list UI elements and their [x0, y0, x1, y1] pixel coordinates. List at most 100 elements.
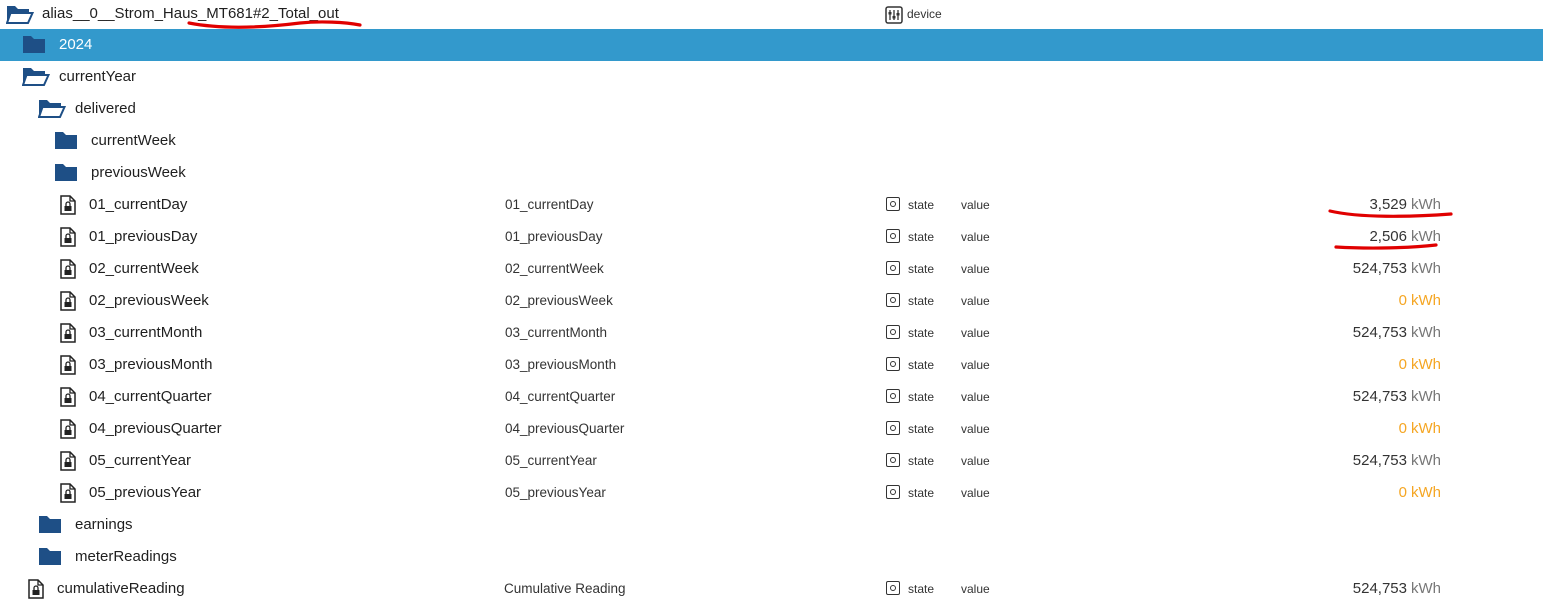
object-id-label: currentYear: [59, 68, 136, 85]
object-role-label: value: [961, 390, 990, 404]
object-role-label: value: [961, 486, 990, 500]
object-name-label: 04_previousQuarter: [505, 421, 625, 436]
file-lock-icon: [60, 483, 84, 505]
object-id-label: 05_currentYear: [89, 452, 192, 469]
state-value[interactable]: 524,753 kWh: [1353, 381, 1441, 413]
value-number: 524,753: [1352, 388, 1407, 405]
device-icon: [885, 6, 903, 24]
value-number: 524,753: [1352, 260, 1407, 277]
state-row[interactable]: cumulativeReading Cumulative Reading state…: [0, 573, 1543, 605]
file-lock-icon: [60, 387, 84, 409]
object-id-label: currentWeek: [91, 132, 176, 149]
folder-row[interactable]: earnings: [0, 509, 1543, 541]
object-name-label: Cumulative Reading: [504, 581, 626, 596]
object-id-label: cumulativeReading: [57, 580, 185, 597]
alias-root-row[interactable]: alias__0__Strom_Haus_MT681#2_Total_out d…: [0, 0, 1543, 28]
state-row[interactable]: 01_currentDay 01_currentDay state value 3,52…: [0, 189, 1543, 221]
object-id-label: 02_previousWeek: [89, 292, 209, 309]
state-value[interactable]: 524,753 kWh: [1353, 573, 1441, 605]
object-type-label: state: [908, 486, 935, 500]
object-id-label: 04_previousQuarter: [89, 420, 222, 437]
object-name-label: 05_previousYear: [505, 485, 606, 500]
state-row[interactable]: 04_currentQuarter 04_currentQuarter state v…: [0, 381, 1543, 413]
state-value[interactable]: 524,753 kWh: [1353, 253, 1441, 285]
file-lock-icon: [60, 419, 84, 441]
object-name-label: 04_currentQuarter: [505, 389, 616, 404]
state-value[interactable]: 524,753 kWh: [1353, 317, 1441, 349]
folder-row[interactable]: meterReadings: [0, 541, 1543, 573]
file-lock-icon: [60, 355, 84, 377]
state-type-icon: [886, 197, 900, 211]
object-type-label: state: [908, 454, 935, 468]
state-value[interactable]: 0 kWh: [1399, 413, 1441, 445]
state-row[interactable]: 05_previousYear 05_previousYear state value…: [0, 477, 1543, 509]
object-name-label: 01_previousDay: [505, 229, 603, 244]
object-id-label: previousWeek: [91, 164, 186, 181]
object-name-label: 02_currentWeek: [505, 261, 604, 276]
folder-row[interactable]: currentWeek: [0, 125, 1543, 157]
object-role-label: value: [961, 326, 990, 340]
state-row[interactable]: 02_previousWeek 02_previousWeek state value…: [0, 285, 1543, 317]
object-id-label: 03_currentMonth: [89, 324, 203, 341]
object-type-label: state: [908, 294, 935, 308]
state-type-icon: [886, 261, 900, 275]
object-role-label: value: [961, 262, 990, 276]
state-value[interactable]: 524,753 kWh: [1353, 445, 1441, 477]
state-row[interactable]: 04_previousQuarter 04_previousQuarter stat…: [0, 413, 1543, 445]
state-type-icon: [886, 421, 900, 435]
object-role-label: value: [961, 230, 990, 244]
folder-icon: [22, 34, 46, 56]
object-type-label: state: [908, 390, 935, 404]
value-number: 0: [1398, 292, 1407, 309]
object-type-label: state: [908, 230, 935, 244]
object-id-label: 03_previousMonth: [89, 356, 213, 373]
file-lock-icon: [60, 323, 84, 345]
state-row[interactable]: 02_currentWeek 02_currentWeek state value 52…: [0, 253, 1543, 285]
object-id-label: 04_currentQuarter: [89, 388, 212, 405]
state-row[interactable]: 01_previousDay 01_previousDay state value 2,…: [0, 221, 1543, 253]
folder-row[interactable]: 2024: [0, 29, 1543, 61]
state-row[interactable]: 03_previousMonth 03_previousMonth state val…: [0, 349, 1543, 381]
folder-icon: [38, 514, 62, 536]
value-number: 2,506: [1369, 228, 1407, 245]
value-unit: kWh: [1411, 452, 1441, 469]
state-row[interactable]: 05_currentYear 05_currentYear state value 52…: [0, 445, 1543, 477]
alias-name-suffix: _MT681#2_Total_out: [197, 5, 339, 22]
object-type-label: state: [908, 358, 935, 372]
folder-row[interactable]: currentYear: [0, 61, 1543, 93]
state-value[interactable]: 0 kWh: [1399, 477, 1441, 509]
value-unit: kWh: [1411, 356, 1441, 373]
folder-row[interactable]: delivered: [0, 93, 1543, 125]
object-tree: alias__0__Strom_Haus_MT681#2_Total_out d…: [0, 0, 1543, 608]
file-lock-icon: [28, 579, 52, 601]
state-value[interactable]: 0 kWh: [1399, 285, 1441, 317]
file-lock-icon: [60, 195, 84, 217]
state-value[interactable]: 3,529 kWh: [1369, 189, 1441, 221]
object-name-label: 02_previousWeek: [505, 293, 613, 308]
object-type-label: state: [908, 326, 935, 340]
object-type-label: state: [908, 198, 935, 212]
object-id-label: 05_previousYear: [89, 484, 202, 501]
state-value[interactable]: 0 kWh: [1399, 349, 1441, 381]
state-type-icon: [886, 485, 900, 499]
state-type-icon: [886, 453, 900, 467]
file-lock-icon: [60, 451, 84, 473]
state-value[interactable]: 2,506 kWh: [1369, 221, 1441, 253]
value-number: 3,529: [1369, 196, 1407, 213]
object-id-label: 02_currentWeek: [89, 260, 199, 277]
value-unit: kWh: [1411, 484, 1441, 501]
object-role-label: value: [961, 422, 990, 436]
folder-row[interactable]: previousWeek: [0, 157, 1543, 189]
object-type-label: state: [908, 262, 935, 276]
state-row[interactable]: 03_currentMonth 03_currentMonth state value…: [0, 317, 1543, 349]
object-id-label: 2024: [59, 36, 93, 53]
value-unit: kWh: [1411, 388, 1441, 405]
file-lock-icon: [60, 291, 84, 313]
state-type-icon: [886, 229, 900, 243]
value-unit: kWh: [1411, 260, 1441, 277]
state-type-icon: [886, 581, 900, 595]
folder-icon: [54, 130, 78, 152]
object-id-label: 01_currentDay: [89, 196, 188, 213]
value-number: 0: [1398, 356, 1407, 373]
folder-icon: [38, 546, 62, 568]
